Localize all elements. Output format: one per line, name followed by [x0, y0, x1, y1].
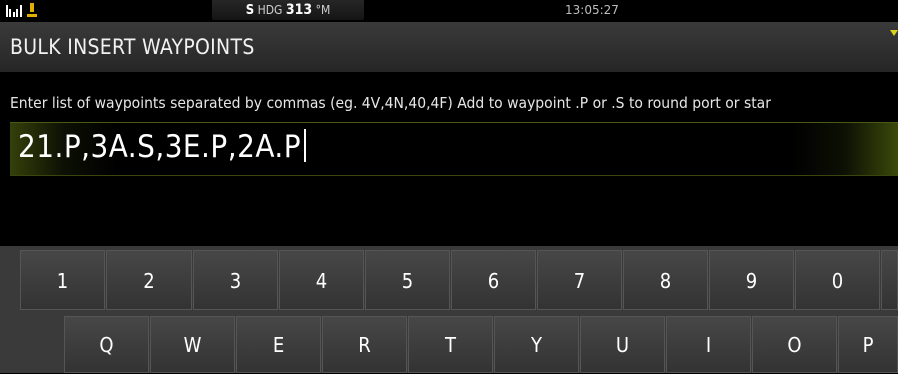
- key-w[interactable]: W: [150, 316, 235, 373]
- instructions-text: Enter list of waypoints separated by com…: [10, 94, 771, 112]
- status-bar: S HDG 313 °M 13:05:27: [0, 0, 898, 22]
- key-2[interactable]: 2: [106, 250, 192, 310]
- dialog-title-bar: BULK INSERT WAYPOINTS: [0, 22, 898, 72]
- key-r[interactable]: R: [322, 316, 407, 373]
- waypoints-input[interactable]: 21.P,3A.S,3E.P,2A.P: [10, 122, 898, 176]
- key-o[interactable]: O: [752, 316, 837, 373]
- corner-indicator-icon: [890, 30, 898, 36]
- key-t[interactable]: T: [408, 316, 493, 373]
- key-q[interactable]: Q: [64, 316, 149, 373]
- key-i[interactable]: I: [666, 316, 751, 373]
- key-3[interactable]: 3: [193, 250, 278, 310]
- heading-unit: °M: [315, 3, 331, 17]
- dialog-content: Enter list of waypoints separated by com…: [0, 72, 898, 246]
- key-e[interactable]: E: [236, 316, 321, 373]
- key-0[interactable]: 0: [795, 250, 880, 310]
- status-icons: [6, 3, 38, 17]
- key-9[interactable]: 9: [709, 250, 794, 310]
- heading-readout: S HDG 313 °M: [212, 0, 364, 20]
- on-screen-keyboard: 1 2 3 4 5 6 7 8 9 0 Q W E R T Y U I O P: [0, 246, 898, 373]
- key-p[interactable]: P: [838, 316, 898, 373]
- key-7[interactable]: 7: [537, 250, 622, 310]
- key-1[interactable]: 1: [20, 250, 105, 310]
- text-caret: [304, 129, 307, 162]
- waypoints-input-value: 21.P,3A.S,3E.P,2A.P: [18, 129, 302, 165]
- key-8[interactable]: 8: [623, 250, 708, 310]
- alarm-warning-icon: [27, 3, 37, 17]
- dialog-title: BULK INSERT WAYPOINTS: [10, 35, 255, 59]
- heading-source: S: [245, 3, 255, 18]
- key-u[interactable]: U: [580, 316, 665, 373]
- key-4[interactable]: 4: [279, 250, 364, 310]
- key-y[interactable]: Y: [494, 316, 579, 373]
- key-5[interactable]: 5: [365, 250, 450, 310]
- clock: 13:05:27: [565, 3, 619, 17]
- signal-icon: [6, 5, 22, 17]
- key-partial[interactable]: [881, 250, 898, 310]
- heading-label: HDG: [257, 3, 283, 17]
- heading-value: 313: [285, 2, 313, 18]
- key-6[interactable]: 6: [451, 250, 536, 310]
